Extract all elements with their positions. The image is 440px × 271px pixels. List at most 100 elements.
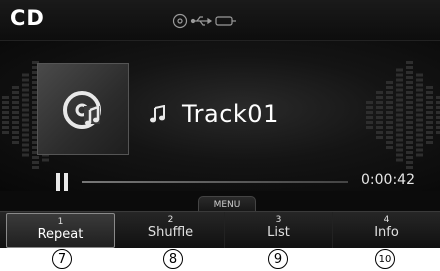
equalizer-dot [436, 131, 440, 134]
callout-marker: 9 [268, 249, 288, 269]
equalizer-dot [406, 131, 413, 134]
soft-button-repeat[interactable]: 1 Repeat [6, 213, 115, 248]
equalizer-dot [416, 78, 423, 82]
equalizer-dot [406, 71, 413, 74]
equalizer-dot [396, 68, 403, 72]
equalizer-dot [2, 131, 9, 134]
equalizer-dot [426, 96, 433, 99]
equalizer-dot [366, 111, 373, 114]
equalizer-dot [396, 133, 403, 137]
equalizer-dot [416, 98, 423, 102]
equalizer-dot [376, 111, 383, 114]
equalizer-dot [396, 118, 403, 122]
equalizer-dot [386, 96, 393, 99]
source-title: CD [10, 6, 45, 30]
equalizer-dot [376, 136, 383, 139]
soft-button-info[interactable]: 4 Info [333, 212, 440, 248]
equalizer-dot [396, 103, 403, 107]
equalizer-dot [386, 126, 393, 129]
equalizer-dot [426, 86, 433, 89]
equalizer-dot [386, 136, 393, 139]
progress-bar[interactable] [82, 181, 348, 183]
soft-button-bar: 1 Repeat 2 Shuffle 3 List 4 Info [0, 211, 440, 248]
equalizer-dot [406, 91, 413, 94]
equalizer-dot [2, 126, 9, 129]
soft-button-number: 2 [167, 215, 174, 225]
equalizer-dot [406, 106, 413, 109]
equalizer-dot [22, 123, 29, 127]
equalizer-dot [2, 106, 9, 109]
equalizer-dot [426, 106, 433, 109]
equalizer-dot [416, 88, 423, 92]
equalizer-dot [436, 106, 440, 109]
equalizer-dot [386, 101, 393, 104]
equalizer-dot [426, 101, 433, 104]
equalizer-dot [416, 153, 423, 157]
soft-button-label: Info [374, 225, 399, 240]
equalizer-dot [22, 73, 29, 77]
music-note-icon [150, 105, 165, 123]
equalizer-dot [416, 103, 423, 107]
disc-icon [172, 13, 188, 29]
equalizer-dot [386, 106, 393, 109]
soft-button-number: 3 [275, 215, 282, 225]
equalizer-dot [12, 141, 19, 144]
equalizer-dot [42, 158, 49, 162]
equalizer-dot [396, 138, 403, 142]
equalizer-dot [12, 111, 19, 114]
pause-icon[interactable] [55, 173, 69, 191]
soft-button-list[interactable]: 3 List [225, 212, 333, 248]
equalizer-dot [416, 93, 423, 97]
equalizer-dot [2, 96, 9, 99]
equalizer-dot [22, 113, 29, 117]
equalizer-dot [406, 156, 413, 159]
equalizer-dot [366, 106, 373, 109]
equalizer-dot [366, 101, 373, 104]
equalizer-dot [436, 96, 440, 99]
soft-button-shuffle[interactable]: 2 Shuffle [117, 212, 225, 248]
equalizer-dot [416, 123, 423, 127]
equalizer-dot [22, 148, 29, 152]
equalizer-dot [376, 106, 383, 109]
equalizer-dot [376, 126, 383, 129]
equalizer-dot [426, 126, 433, 129]
equalizer-dot [396, 88, 403, 92]
equalizer-dot [406, 126, 413, 129]
equalizer-dot [22, 88, 29, 92]
equalizer-dot [396, 83, 403, 87]
equalizer-dot [426, 121, 433, 124]
soft-button-number: 1 [57, 217, 64, 227]
equalizer-dot [406, 116, 413, 119]
equalizer-dot [2, 121, 9, 124]
equalizer-dot [406, 66, 413, 69]
equalizer-dot [426, 111, 433, 114]
equalizer-dot [22, 93, 29, 97]
equalizer-dot [22, 128, 29, 132]
equalizer-dot [32, 156, 39, 159]
equalizer-dot [406, 101, 413, 104]
equalizer-dot [416, 73, 423, 77]
equalizer-dot [396, 123, 403, 127]
equalizer-dot [416, 148, 423, 152]
equalizer-dot [366, 116, 373, 119]
equalizer-dot [396, 128, 403, 132]
equalizer-dot [22, 98, 29, 102]
callout-markers: 7 8 9 10 [0, 248, 440, 271]
equalizer-dot [2, 116, 9, 119]
equalizer-dot [406, 81, 413, 84]
equalizer-dot [366, 126, 373, 129]
equalizer-dot [406, 121, 413, 124]
equalizer-dot [386, 81, 393, 84]
album-art [37, 63, 129, 155]
equalizer-dot [426, 116, 433, 119]
equalizer-dot [426, 141, 433, 144]
equalizer-dot [436, 116, 440, 119]
equalizer-dot [12, 116, 19, 119]
equalizer-dot [2, 111, 9, 114]
equalizer-dot [416, 138, 423, 142]
cd-player-screen: CD Track01 0:00:42 MENU 1 Repeat 2 Shuff… [0, 0, 440, 248]
equalizer-dot [386, 91, 393, 94]
usb-icon [190, 16, 213, 26]
equalizer-dot [396, 148, 403, 152]
aux-icon [215, 16, 236, 26]
